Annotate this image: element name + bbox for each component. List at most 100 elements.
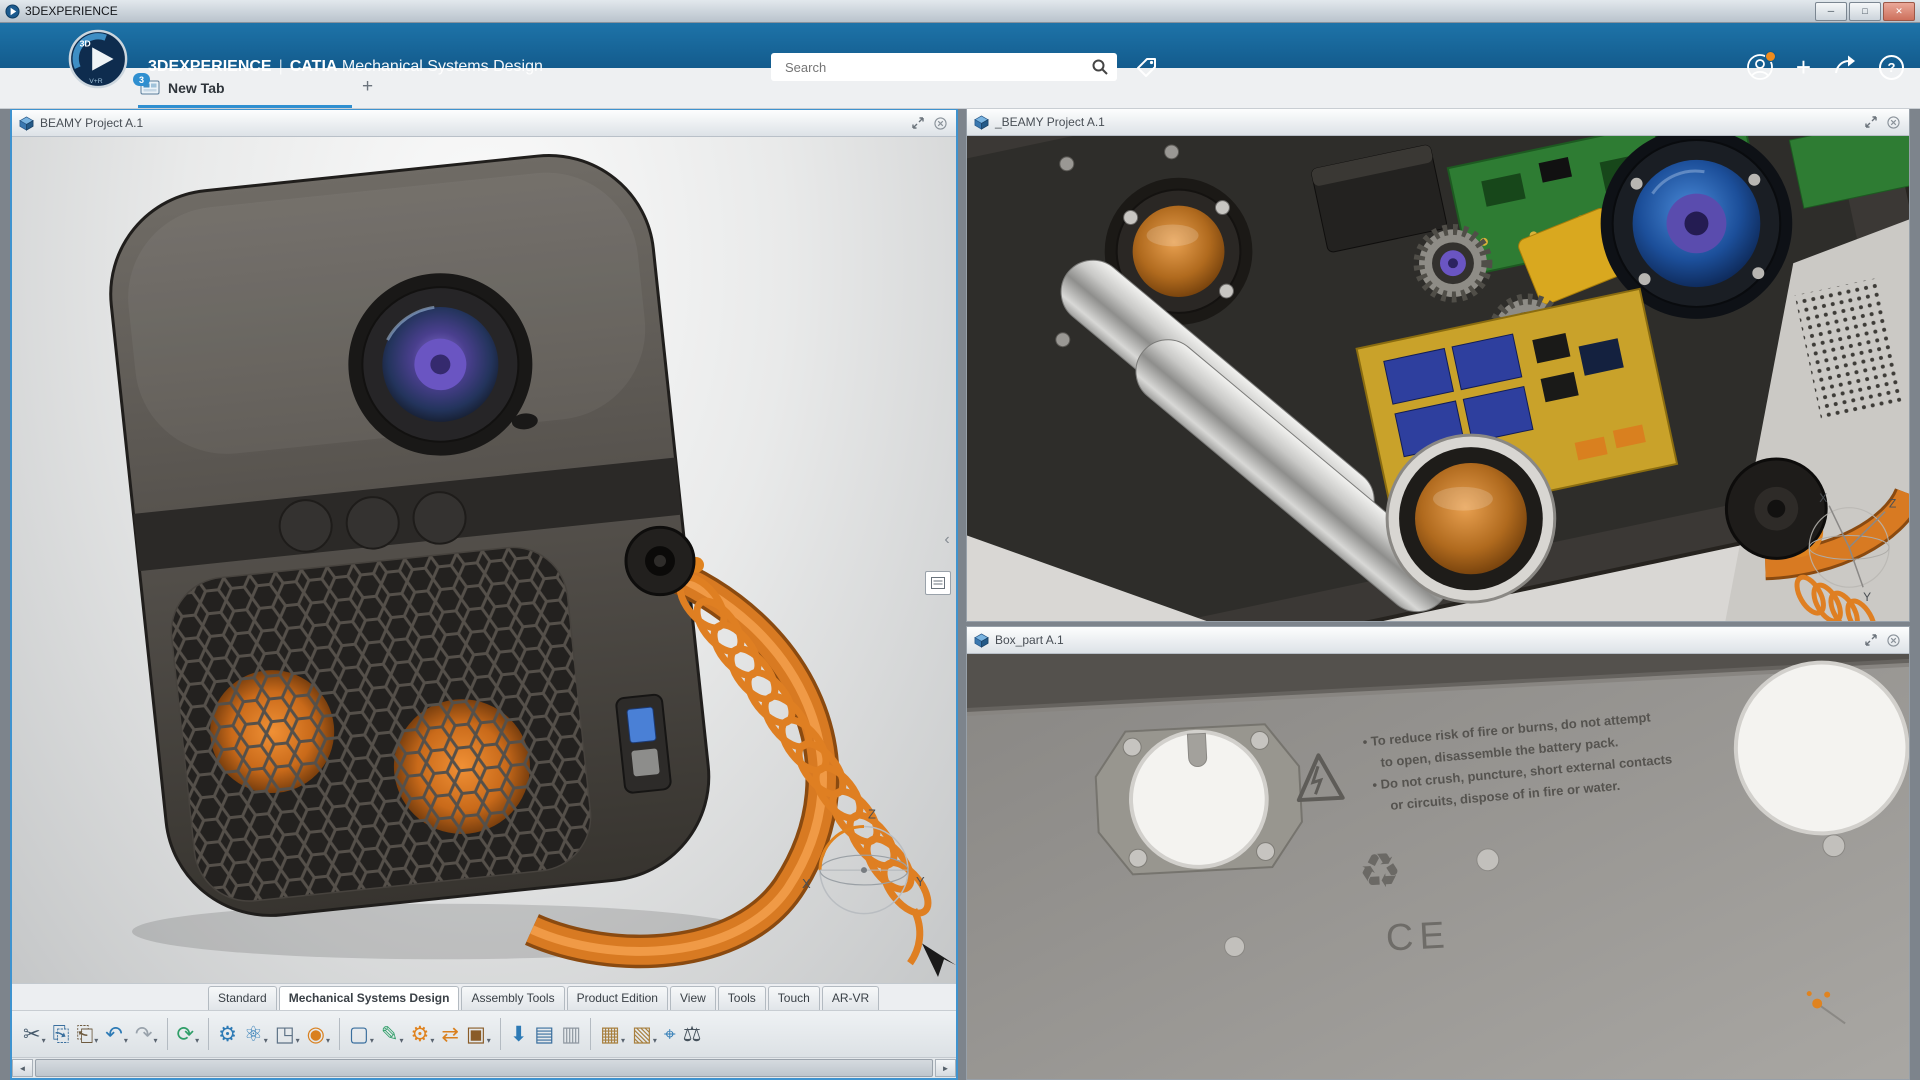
catalog-button[interactable]: ▤ — [531, 1019, 557, 1050]
close-panel-button[interactable] — [1885, 632, 1902, 649]
ribbon-tab-touch[interactable]: Touch — [767, 986, 820, 1010]
horizontal-scrollbar[interactable]: ◄ ► — [12, 1057, 956, 1078]
sd-card-slot[interactable] — [615, 693, 672, 794]
dropdown-caret-icon[interactable]: ▾ — [370, 1036, 374, 1048]
ribbon-tab-mechanical-systems-design[interactable]: Mechanical Systems Design — [278, 986, 460, 1010]
product-structure-button[interactable]: ⚛ ▾ — [241, 1019, 271, 1050]
measure-button[interactable]: ⚖ — [680, 1019, 705, 1050]
projector-scene[interactable]: X Y Z — [12, 137, 956, 983]
dropdown-caret-icon[interactable]: ▾ — [195, 1036, 199, 1048]
add-content-button[interactable]: + — [1796, 54, 1811, 80]
expand-panel-button[interactable] — [1862, 114, 1879, 131]
interior-scene[interactable]: X Z Y — [967, 136, 1909, 621]
help-button[interactable]: ? — [1879, 54, 1904, 80]
scrollbar-thumb[interactable] — [35, 1059, 933, 1077]
insert-button[interactable]: ⬇ — [507, 1019, 531, 1050]
dropdown-caret-icon[interactable]: ▾ — [621, 1036, 625, 1048]
tag-button[interactable] — [1134, 55, 1160, 79]
viewport-3d-box-part[interactable]: • To reduce risk of fire or burns, do no… — [967, 654, 1909, 1079]
viewport-3d-projector[interactable]: X Y Z ‹ — [12, 137, 956, 983]
dropdown-caret-icon[interactable]: ▾ — [487, 1036, 491, 1048]
3ds-compass-logo[interactable]: 3D V+R — [67, 28, 129, 90]
close-button[interactable]: ✕ — [1883, 1, 1915, 21]
share-button[interactable] — [1833, 54, 1857, 81]
dropdown-caret-icon[interactable]: ▾ — [399, 1036, 403, 1048]
dropdown-caret-icon[interactable]: ▾ — [653, 1036, 657, 1048]
toolbar-separator — [499, 1018, 501, 1050]
search-input[interactable] — [783, 58, 1091, 76]
catalog-icon: ▤ — [534, 1022, 555, 1046]
screw-hole[interactable] — [1476, 848, 1500, 872]
window-titlebar[interactable]: 3DEXPERIENCE ─ □ ✕ — [0, 0, 1920, 23]
assemble-button[interactable]: ▣ ▾ — [463, 1019, 494, 1050]
close-panel-button[interactable] — [932, 115, 949, 132]
collapse-tree-button[interactable]: ‹ — [939, 525, 955, 555]
axis-x-label[interactable]: X — [802, 876, 811, 891]
new-part-button[interactable]: ▢ ▾ — [346, 1019, 377, 1050]
panel-header[interactable]: _BEAMY Project A.1 — [967, 109, 1909, 136]
ribbon-tab-assembly-tools[interactable]: Assembly Tools — [461, 986, 565, 1010]
side-panel-button[interactable] — [925, 571, 951, 595]
dropdown-caret-icon[interactable]: ▾ — [94, 1036, 98, 1048]
panel-beamy-interior[interactable]: _BEAMY Project A.1 X Z Y — [966, 108, 1910, 622]
axis-z-label[interactable]: Z — [868, 807, 876, 822]
speaker-grille[interactable] — [166, 542, 596, 906]
minimize-button[interactable]: ─ — [1815, 1, 1847, 21]
mount-boss-left[interactable] — [1093, 723, 1304, 876]
scroll-left-button[interactable]: ◄ — [12, 1059, 33, 1077]
library-button[interactable]: ▥ — [558, 1019, 584, 1050]
representation-button[interactable]: ◉ ▾ — [304, 1019, 333, 1050]
close-panel-button[interactable] — [1885, 114, 1902, 131]
viewport-3d-interior[interactable]: X Z Y — [967, 136, 1909, 621]
dropdown-caret-icon[interactable]: ▾ — [124, 1036, 128, 1048]
redo-button[interactable]: ↷ ▾ — [132, 1019, 161, 1050]
cut-button[interactable]: ✂ ▾ — [20, 1019, 49, 1050]
add-tab-button[interactable]: + — [362, 77, 373, 97]
dropdown-caret-icon[interactable]: ▾ — [326, 1036, 330, 1048]
coiled-cable[interactable] — [672, 570, 937, 966]
pattern-alt-button[interactable]: ▧ ▾ — [629, 1019, 660, 1050]
mechanism-gear-icon: ⚙ — [410, 1022, 430, 1046]
projector-body[interactable] — [100, 145, 719, 926]
scroll-right-button[interactable]: ► — [935, 1059, 956, 1077]
search-box[interactable] — [771, 53, 1117, 81]
copy-button[interactable]: ⎘ — [50, 1019, 73, 1050]
ribbon-tab-ar-vr[interactable]: AR-VR — [821, 986, 880, 1010]
insert-existing-button[interactable]: ◳ ▾ — [272, 1019, 303, 1050]
ribbon-tab-tools[interactable]: Tools — [717, 986, 766, 1010]
expand-panel-button[interactable] — [909, 115, 926, 132]
box-part-scene[interactable]: • To reduce risk of fire or burns, do no… — [967, 654, 1909, 1079]
screw-hole[interactable] — [1822, 834, 1846, 858]
speaker-driver-main[interactable] — [1385, 433, 1557, 604]
insert-existing-icon: ◳ — [274, 1022, 295, 1046]
ribbon-tab-standard[interactable]: Standard — [208, 986, 277, 1010]
dropdown-caret-icon[interactable]: ▾ — [42, 1036, 46, 1048]
mechanism-button[interactable]: ⚙ ▾ — [408, 1019, 438, 1050]
panel-beamy-project[interactable]: BEAMY Project A.1 X Y Z ‹ Standard Mecha… — [10, 108, 958, 1080]
user-menu-button[interactable] — [1746, 51, 1776, 81]
undo-button[interactable]: ↶ ▾ — [102, 1019, 131, 1050]
box-part-body[interactable]: • To reduce risk of fire or burns, do no… — [967, 654, 1909, 1079]
design-button[interactable]: ✎ ▾ — [378, 1019, 407, 1050]
ribbon-tab-product-edition[interactable]: Product Edition — [566, 986, 668, 1010]
panel-header[interactable]: BEAMY Project A.1 — [12, 110, 956, 137]
screw-hole[interactable] — [1224, 936, 1246, 958]
maximize-button[interactable]: □ — [1849, 1, 1881, 21]
panel-header[interactable]: Box_part A.1 — [967, 627, 1909, 654]
move-button[interactable]: ⇄ — [438, 1019, 462, 1050]
search-icon[interactable] — [1091, 58, 1109, 76]
header-actions: + ? — [1746, 44, 1904, 90]
manipulator-button[interactable]: ⌖ — [661, 1019, 679, 1050]
panel-box-part[interactable]: Box_part A.1 • To reduce risk of fire or… — [966, 626, 1910, 1080]
dropdown-caret-icon[interactable]: ▾ — [154, 1036, 158, 1048]
dropdown-caret-icon[interactable]: ▾ — [296, 1036, 300, 1048]
ribbon-tab-view[interactable]: View — [669, 986, 716, 1010]
pattern-button[interactable]: ▦ ▾ — [597, 1019, 628, 1050]
axis-y-label[interactable]: Y — [916, 874, 925, 889]
dropdown-caret-icon[interactable]: ▾ — [430, 1036, 434, 1048]
update-button[interactable]: ⟳ ▾ — [174, 1019, 203, 1050]
expand-panel-button[interactable] — [1862, 632, 1879, 649]
dropdown-caret-icon[interactable]: ▾ — [264, 1036, 268, 1048]
settings-button[interactable]: ⚙ — [215, 1019, 240, 1050]
paste-button[interactable]: ⎗ ▾ — [73, 1019, 101, 1050]
